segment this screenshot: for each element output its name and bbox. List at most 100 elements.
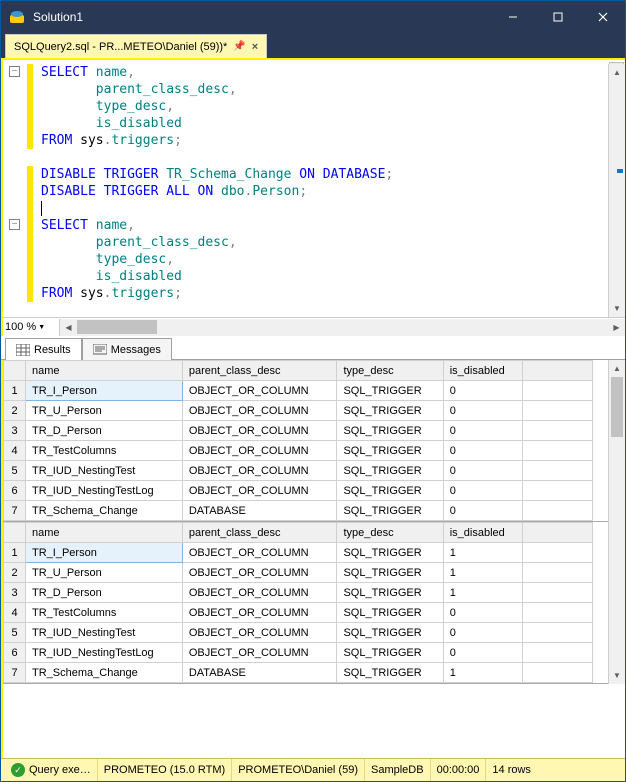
scroll-down-icon[interactable]: ▼: [609, 300, 625, 317]
table-cell[interactable]: OBJECT_OR_COLUMN: [182, 441, 337, 461]
column-header[interactable]: parent_class_desc: [182, 361, 337, 381]
zoom-combo[interactable]: 100 % ▼: [3, 318, 59, 336]
table-cell[interactable]: 1: [443, 583, 522, 603]
results-grid-2[interactable]: nameparent_class_desctype_descis_disable…: [3, 522, 608, 684]
table-cell[interactable]: OBJECT_OR_COLUMN: [182, 543, 337, 563]
table-cell[interactable]: 0: [443, 501, 522, 521]
minimize-button[interactable]: [490, 1, 535, 32]
table-cell[interactable]: TR_Schema_Change: [26, 501, 183, 521]
table-cell[interactable]: SQL_TRIGGER: [337, 623, 443, 643]
table-cell[interactable]: TR_U_Person: [26, 563, 183, 583]
column-header[interactable]: type_desc: [337, 361, 443, 381]
table-cell[interactable]: SQL_TRIGGER: [337, 401, 443, 421]
table-row[interactable]: 4TR_TestColumnsOBJECT_OR_COLUMNSQL_TRIGG…: [4, 441, 593, 461]
table-cell[interactable]: SQL_TRIGGER: [337, 461, 443, 481]
row-number[interactable]: 6: [4, 643, 26, 663]
column-header[interactable]: is_disabled: [443, 523, 522, 543]
row-number[interactable]: 5: [4, 461, 26, 481]
table-cell[interactable]: TR_IUD_NestingTest: [26, 461, 183, 481]
table-cell[interactable]: SQL_TRIGGER: [337, 563, 443, 583]
table-cell[interactable]: 0: [443, 481, 522, 501]
scroll-thumb[interactable]: [611, 377, 623, 437]
table-row[interactable]: 6TR_IUD_NestingTestLogOBJECT_OR_COLUMNSQ…: [4, 643, 593, 663]
table-cell[interactable]: TR_IUD_NestingTestLog: [26, 481, 183, 501]
table-cell[interactable]: OBJECT_OR_COLUMN: [182, 481, 337, 501]
table-cell[interactable]: DATABASE: [182, 663, 337, 683]
code-editor[interactable]: SELECT name, parent_class_desc, type_des…: [33, 64, 608, 317]
close-button[interactable]: [580, 1, 625, 32]
table-row[interactable]: 1TR_I_PersonOBJECT_OR_COLUMNSQL_TRIGGER1: [4, 543, 593, 563]
table-cell[interactable]: OBJECT_OR_COLUMN: [182, 381, 337, 401]
results-grid-1[interactable]: nameparent_class_desctype_descis_disable…: [3, 360, 608, 522]
table-cell[interactable]: 1: [443, 663, 522, 683]
table-cell[interactable]: TR_I_Person: [26, 381, 183, 401]
table-cell[interactable]: OBJECT_OR_COLUMN: [182, 583, 337, 603]
row-number[interactable]: 6: [4, 481, 26, 501]
table-cell[interactable]: 0: [443, 461, 522, 481]
row-number[interactable]: 3: [4, 421, 26, 441]
scroll-up-icon[interactable]: ▲: [609, 360, 625, 377]
scroll-up-icon[interactable]: ▲: [609, 64, 625, 81]
row-number[interactable]: 7: [4, 663, 26, 683]
table-cell[interactable]: SQL_TRIGGER: [337, 441, 443, 461]
table-cell[interactable]: SQL_TRIGGER: [337, 543, 443, 563]
row-number[interactable]: 2: [4, 401, 26, 421]
table-row[interactable]: 5TR_IUD_NestingTestOBJECT_OR_COLUMNSQL_T…: [4, 623, 593, 643]
row-number[interactable]: 5: [4, 623, 26, 643]
table-cell[interactable]: OBJECT_OR_COLUMN: [182, 623, 337, 643]
table-cell[interactable]: TR_Schema_Change: [26, 663, 183, 683]
table-cell[interactable]: SQL_TRIGGER: [337, 501, 443, 521]
table-row[interactable]: 2TR_U_PersonOBJECT_OR_COLUMNSQL_TRIGGER1: [4, 563, 593, 583]
row-number[interactable]: 4: [4, 441, 26, 461]
tab-sqlquery2[interactable]: SQLQuery2.sql - PR...METEO\Daniel (59))*…: [5, 34, 267, 58]
maximize-button[interactable]: [535, 1, 580, 32]
table-cell[interactable]: 0: [443, 401, 522, 421]
table-cell[interactable]: SQL_TRIGGER: [337, 663, 443, 683]
table-cell[interactable]: 0: [443, 441, 522, 461]
pin-icon[interactable]: 📌: [233, 41, 245, 52]
fold-toggle[interactable]: −: [9, 66, 20, 77]
table-cell[interactable]: TR_IUD_NestingTest: [26, 623, 183, 643]
table-cell[interactable]: OBJECT_OR_COLUMN: [182, 401, 337, 421]
table-row[interactable]: 7TR_Schema_ChangeDATABASESQL_TRIGGER1: [4, 663, 593, 683]
table-cell[interactable]: 0: [443, 603, 522, 623]
table-cell[interactable]: 1: [443, 563, 522, 583]
scroll-thumb[interactable]: [77, 320, 157, 334]
scroll-down-icon[interactable]: ▼: [609, 667, 625, 684]
table-cell[interactable]: SQL_TRIGGER: [337, 643, 443, 663]
row-number[interactable]: 3: [4, 583, 26, 603]
table-cell[interactable]: SQL_TRIGGER: [337, 603, 443, 623]
table-cell[interactable]: 1: [443, 543, 522, 563]
column-header[interactable]: name: [26, 523, 183, 543]
table-row[interactable]: 2TR_U_PersonOBJECT_OR_COLUMNSQL_TRIGGER0: [4, 401, 593, 421]
table-cell[interactable]: SQL_TRIGGER: [337, 481, 443, 501]
column-header[interactable]: name: [26, 361, 183, 381]
table-cell[interactable]: SQL_TRIGGER: [337, 381, 443, 401]
tab-messages[interactable]: Messages: [82, 338, 172, 360]
table-row[interactable]: 3TR_D_PersonOBJECT_OR_COLUMNSQL_TRIGGER0: [4, 421, 593, 441]
row-header[interactable]: [4, 361, 26, 381]
table-cell[interactable]: OBJECT_OR_COLUMN: [182, 421, 337, 441]
results-vertical-scrollbar[interactable]: ▲ ▼: [608, 360, 625, 684]
editor-vertical-scrollbar[interactable]: ▲ ▼: [608, 64, 625, 317]
table-row[interactable]: 7TR_Schema_ChangeDATABASESQL_TRIGGER0: [4, 501, 593, 521]
tab-results[interactable]: Results: [5, 338, 82, 360]
table-row[interactable]: 4TR_TestColumnsOBJECT_OR_COLUMNSQL_TRIGG…: [4, 603, 593, 623]
column-header[interactable]: type_desc: [337, 523, 443, 543]
table-cell[interactable]: 0: [443, 381, 522, 401]
table-cell[interactable]: TR_IUD_NestingTestLog: [26, 643, 183, 663]
table-cell[interactable]: DATABASE: [182, 501, 337, 521]
row-number[interactable]: 1: [4, 381, 26, 401]
scroll-left-icon[interactable]: ◀: [60, 323, 77, 332]
table-cell[interactable]: TR_D_Person: [26, 583, 183, 603]
scroll-right-icon[interactable]: ▶: [608, 323, 625, 332]
table-cell[interactable]: 0: [443, 623, 522, 643]
row-number[interactable]: 2: [4, 563, 26, 583]
table-row[interactable]: 6TR_IUD_NestingTestLogOBJECT_OR_COLUMNSQ…: [4, 481, 593, 501]
editor-horizontal-scrollbar[interactable]: ◀ ▶: [59, 319, 625, 336]
table-cell[interactable]: 0: [443, 643, 522, 663]
table-cell[interactable]: SQL_TRIGGER: [337, 421, 443, 441]
row-number[interactable]: 7: [4, 501, 26, 521]
table-cell[interactable]: TR_TestColumns: [26, 441, 183, 461]
table-cell[interactable]: OBJECT_OR_COLUMN: [182, 643, 337, 663]
